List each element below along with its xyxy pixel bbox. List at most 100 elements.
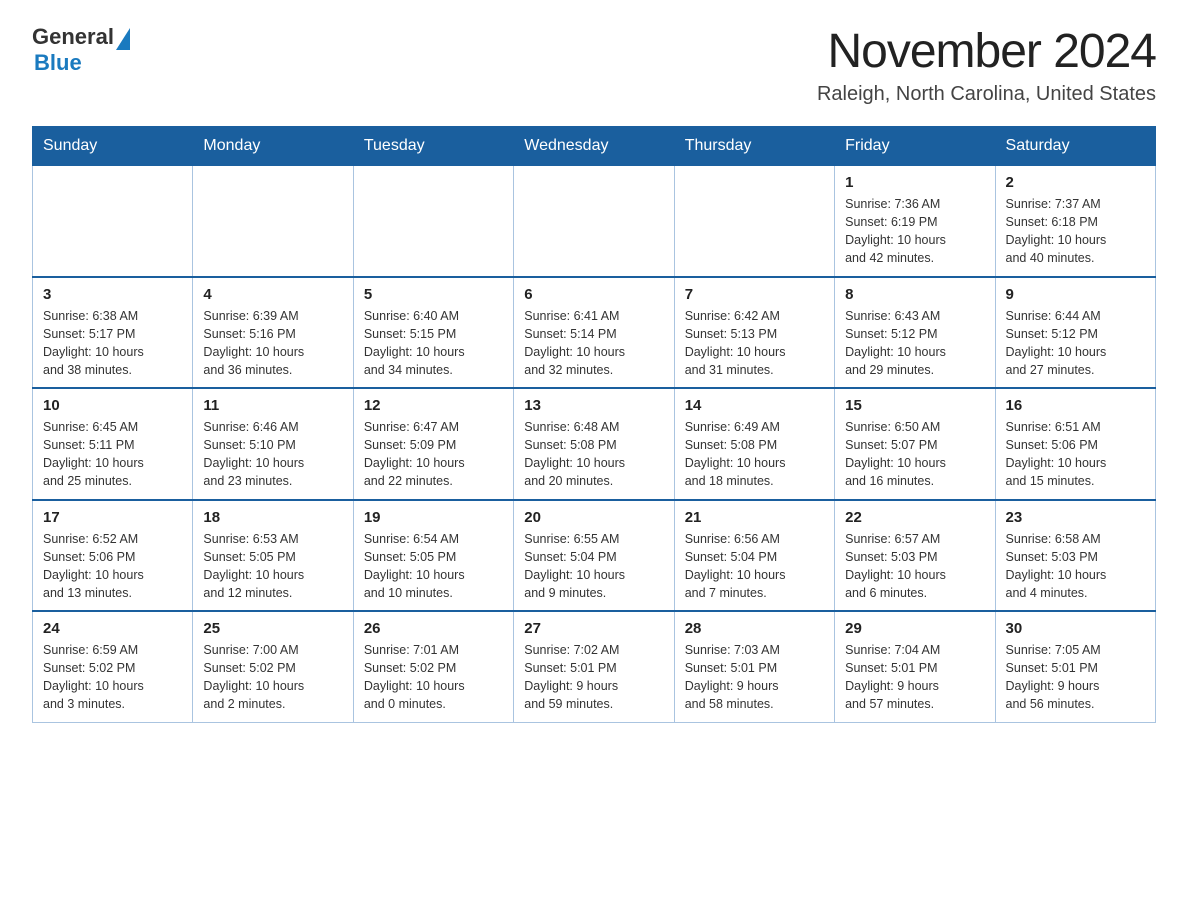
day-number: 12: [364, 397, 503, 414]
day-info: Sunrise: 6:55 AM Sunset: 5:04 PM Dayligh…: [524, 532, 625, 600]
day-info: Sunrise: 6:45 AM Sunset: 5:11 PM Dayligh…: [43, 420, 144, 488]
day-number: 18: [203, 509, 342, 526]
calendar-cell: 24Sunrise: 6:59 AM Sunset: 5:02 PM Dayli…: [33, 611, 193, 722]
calendar-cell: 26 Sunrise: 7:01 AM Sunset: 5:02 PM Dayli…: [353, 611, 513, 722]
day-number: 21: [685, 509, 824, 526]
day-info: Sunrise: 6:54 AM Sunset: 5:05 PM Dayligh…: [364, 532, 465, 600]
day-number: 7: [685, 286, 824, 303]
calendar-cell: 19Sunrise: 6:54 AM Sunset: 5:05 PM Dayli…: [353, 500, 513, 612]
weekday-header-thursday: Thursday: [674, 127, 834, 166]
day-number: 30: [1006, 620, 1145, 637]
day-number: 17: [43, 509, 182, 526]
day-info: Sunrise: 6:41 AM Sunset: 5:14 PM Dayligh…: [524, 309, 625, 377]
day-number: 28: [685, 620, 824, 637]
day-info: Sunrise: 6:47 AM Sunset: 5:09 PM Dayligh…: [364, 420, 465, 488]
day-number: 25: [203, 620, 342, 637]
calendar-cell: 25Sunrise: 7:00 AM Sunset: 5:02 PM Dayli…: [193, 611, 353, 722]
day-number: 14: [685, 397, 824, 414]
day-info: Sunrise: 6:39 AM Sunset: 5:16 PM Dayligh…: [203, 309, 304, 377]
day-number: 3: [43, 286, 182, 303]
location-subtitle: Raleigh, North Carolina, United States: [817, 83, 1156, 106]
calendar-cell: 18 Sunrise: 6:53 AM Sunset: 5:05 PM Dayli…: [193, 500, 353, 612]
calendar-cell: 13Sunrise: 6:48 AM Sunset: 5:08 PM Dayli…: [514, 388, 674, 500]
calendar-cell: 2 Sunrise: 7:37 AM Sunset: 6:18 PM Daylig…: [995, 166, 1155, 277]
calendar-cell: 1 Sunrise: 7:36 AM Sunset: 6:19 PM Daylig…: [835, 166, 995, 277]
calendar-cell: 3Sunrise: 6:38 AM Sunset: 5:17 PM Daylig…: [33, 277, 193, 389]
day-number: 16: [1006, 397, 1145, 414]
calendar-cell: 22 Sunrise: 6:57 AM Sunset: 5:03 PM Dayli…: [835, 500, 995, 612]
day-info: Sunrise: 6:50 AM Sunset: 5:07 PM Dayligh…: [845, 420, 946, 488]
logo: General Blue: [32, 24, 130, 76]
day-number: 20: [524, 509, 663, 526]
calendar-cell: [674, 166, 834, 277]
day-info: Sunrise: 7:02 AM Sunset: 5:01 PM Dayligh…: [524, 643, 619, 711]
day-number: 9: [1006, 286, 1145, 303]
calendar-cell: 28 Sunrise: 7:03 AM Sunset: 5:01 PM Dayli…: [674, 611, 834, 722]
day-info: Sunrise: 6:42 AM Sunset: 5:13 PM Dayligh…: [685, 309, 786, 377]
day-info: Sunrise: 6:58 AM Sunset: 5:03 PM Dayligh…: [1006, 532, 1107, 600]
calendar-cell: 14 Sunrise: 6:49 AM Sunset: 5:08 PM Dayli…: [674, 388, 834, 500]
day-info: Sunrise: 7:37 AM Sunset: 6:18 PM Dayligh…: [1006, 197, 1107, 265]
logo-blue-text: Blue: [34, 50, 82, 76]
calendar-table: SundayMondayTuesdayWednesdayThursdayFrid…: [32, 126, 1156, 723]
day-info: Sunrise: 6:43 AM Sunset: 5:12 PM Dayligh…: [845, 309, 946, 377]
day-number: 6: [524, 286, 663, 303]
day-info: Sunrise: 6:51 AM Sunset: 5:06 PM Dayligh…: [1006, 420, 1107, 488]
day-number: 27: [524, 620, 663, 637]
weekday-header-row: SundayMondayTuesdayWednesdayThursdayFrid…: [33, 127, 1156, 166]
week-row-0: 1 Sunrise: 7:36 AM Sunset: 6:19 PM Daylig…: [33, 166, 1156, 277]
calendar-cell: 17Sunrise: 6:52 AM Sunset: 5:06 PM Dayli…: [33, 500, 193, 612]
calendar-cell: 5 Sunrise: 6:40 AM Sunset: 5:15 PM Daylig…: [353, 277, 513, 389]
day-info: Sunrise: 7:03 AM Sunset: 5:01 PM Dayligh…: [685, 643, 780, 711]
day-number: 8: [845, 286, 984, 303]
day-info: Sunrise: 7:05 AM Sunset: 5:01 PM Dayligh…: [1006, 643, 1101, 711]
day-info: Sunrise: 7:01 AM Sunset: 5:02 PM Dayligh…: [364, 643, 465, 711]
day-info: Sunrise: 6:53 AM Sunset: 5:05 PM Dayligh…: [203, 532, 304, 600]
day-number: 15: [845, 397, 984, 414]
weekday-header-wednesday: Wednesday: [514, 127, 674, 166]
month-title: November 2024: [817, 24, 1156, 79]
day-number: 26: [364, 620, 503, 637]
day-number: 24: [43, 620, 182, 637]
day-number: 22: [845, 509, 984, 526]
day-number: 2: [1006, 174, 1145, 191]
calendar-cell: 11 Sunrise: 6:46 AM Sunset: 5:10 PM Dayli…: [193, 388, 353, 500]
calendar-cell: 15 Sunrise: 6:50 AM Sunset: 5:07 PM Dayli…: [835, 388, 995, 500]
calendar-cell: 8 Sunrise: 6:43 AM Sunset: 5:12 PM Daylig…: [835, 277, 995, 389]
calendar-cell: 16 Sunrise: 6:51 AM Sunset: 5:06 PM Dayli…: [995, 388, 1155, 500]
calendar-cell: 4 Sunrise: 6:39 AM Sunset: 5:16 PM Daylig…: [193, 277, 353, 389]
day-info: Sunrise: 6:57 AM Sunset: 5:03 PM Dayligh…: [845, 532, 946, 600]
day-info: Sunrise: 6:49 AM Sunset: 5:08 PM Dayligh…: [685, 420, 786, 488]
day-number: 1: [845, 174, 984, 191]
calendar-cell: 12 Sunrise: 6:47 AM Sunset: 5:09 PM Dayli…: [353, 388, 513, 500]
day-info: Sunrise: 6:40 AM Sunset: 5:15 PM Dayligh…: [364, 309, 465, 377]
day-number: 4: [203, 286, 342, 303]
logo-general-text: General: [32, 24, 114, 50]
day-number: 13: [524, 397, 663, 414]
day-info: Sunrise: 6:56 AM Sunset: 5:04 PM Dayligh…: [685, 532, 786, 600]
weekday-header-monday: Monday: [193, 127, 353, 166]
week-row-3: 17Sunrise: 6:52 AM Sunset: 5:06 PM Dayli…: [33, 500, 1156, 612]
calendar-cell: 23Sunrise: 6:58 AM Sunset: 5:03 PM Dayli…: [995, 500, 1155, 612]
day-info: Sunrise: 7:36 AM Sunset: 6:19 PM Dayligh…: [845, 197, 946, 265]
day-number: 29: [845, 620, 984, 637]
calendar-cell: [514, 166, 674, 277]
weekday-header-sunday: Sunday: [33, 127, 193, 166]
weekday-header-tuesday: Tuesday: [353, 127, 513, 166]
week-row-2: 10 Sunrise: 6:45 AM Sunset: 5:11 PM Dayli…: [33, 388, 1156, 500]
weekday-header-friday: Friday: [835, 127, 995, 166]
week-row-4: 24Sunrise: 6:59 AM Sunset: 5:02 PM Dayli…: [33, 611, 1156, 722]
calendar-cell: 9 Sunrise: 6:44 AM Sunset: 5:12 PM Daylig…: [995, 277, 1155, 389]
week-row-1: 3Sunrise: 6:38 AM Sunset: 5:17 PM Daylig…: [33, 277, 1156, 389]
page-header: General Blue November 2024 Raleigh, Nort…: [32, 24, 1156, 106]
day-info: Sunrise: 6:46 AM Sunset: 5:10 PM Dayligh…: [203, 420, 304, 488]
calendar-cell: [353, 166, 513, 277]
day-number: 10: [43, 397, 182, 414]
day-number: 11: [203, 397, 342, 414]
calendar-cell: [193, 166, 353, 277]
day-number: 5: [364, 286, 503, 303]
day-info: Sunrise: 6:44 AM Sunset: 5:12 PM Dayligh…: [1006, 309, 1107, 377]
calendar-cell: 27 Sunrise: 7:02 AM Sunset: 5:01 PM Dayli…: [514, 611, 674, 722]
calendar-cell: 30 Sunrise: 7:05 AM Sunset: 5:01 PM Dayli…: [995, 611, 1155, 722]
calendar-cell: 29Sunrise: 7:04 AM Sunset: 5:01 PM Dayli…: [835, 611, 995, 722]
